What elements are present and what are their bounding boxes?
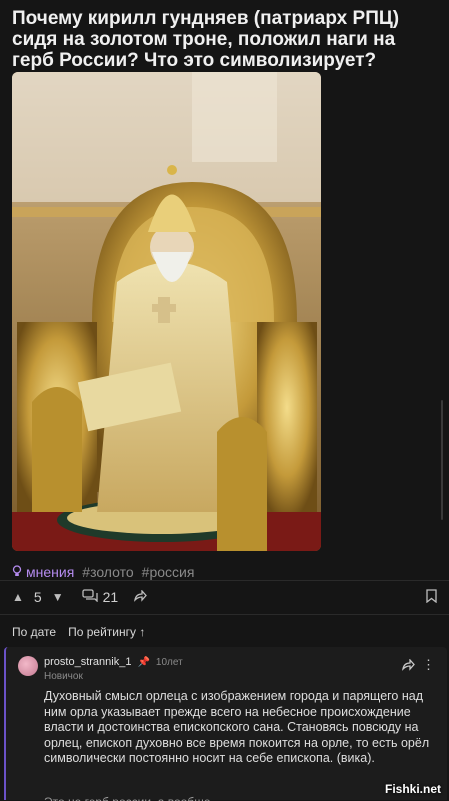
arrow-up-icon[interactable]: ▲	[12, 590, 24, 604]
post-image[interactable]	[12, 72, 321, 551]
comment-author-age: 10лет	[155, 656, 183, 668]
watermark: Fishki.net	[384, 782, 441, 796]
post-actions: ▲ 5 ▼ 21	[12, 588, 437, 606]
comment-count: 21	[102, 589, 119, 605]
bookmark-icon[interactable]	[426, 589, 437, 606]
sort-by-rating[interactable]: По рейтингу ↑	[68, 625, 145, 639]
tag-opinions[interactable]: мнения	[12, 564, 74, 580]
comment-author-row: prosto_strannik_1 📌 10лет	[44, 656, 183, 668]
share-icon[interactable]	[134, 589, 148, 605]
comment-text-continuation: Это не герб россии, а вообще	[44, 795, 211, 801]
tag-russia[interactable]: #россия	[142, 564, 195, 580]
comment-author[interactable]: prosto_strannik_1	[44, 656, 131, 668]
comment-sort-bar: По дате По рейтингу ↑	[0, 620, 449, 644]
tag-label: мнения	[26, 564, 75, 580]
divider	[0, 614, 449, 615]
comments-icon	[81, 589, 98, 605]
comments-button[interactable]: 21	[81, 589, 119, 605]
sort-by-date[interactable]: По дате	[12, 625, 56, 639]
comment-text: Духовный смысл орлеца с изображением гор…	[44, 689, 430, 765]
avatar[interactable]	[18, 656, 38, 676]
lightbulb-icon	[12, 564, 22, 580]
more-icon[interactable]: ⋮	[422, 657, 435, 673]
comment-card: prosto_strannik_1 📌 10лет Новичок ⋮ Духо…	[4, 647, 447, 801]
share-icon[interactable]	[402, 658, 415, 674]
post-tags: мнения #золото #россия	[12, 564, 194, 580]
tag-gold[interactable]: #золото	[82, 564, 133, 580]
scrollbar[interactable]	[441, 400, 443, 520]
vote-count: 5	[33, 589, 42, 605]
comment-author-rank: Новичок	[44, 671, 83, 682]
divider	[0, 580, 449, 581]
pin-icon: 📌	[137, 656, 150, 668]
arrow-down-icon[interactable]: ▼	[52, 590, 64, 604]
post-title: Почему кирилл гундняев (патриарх РПЦ) си…	[12, 8, 400, 71]
